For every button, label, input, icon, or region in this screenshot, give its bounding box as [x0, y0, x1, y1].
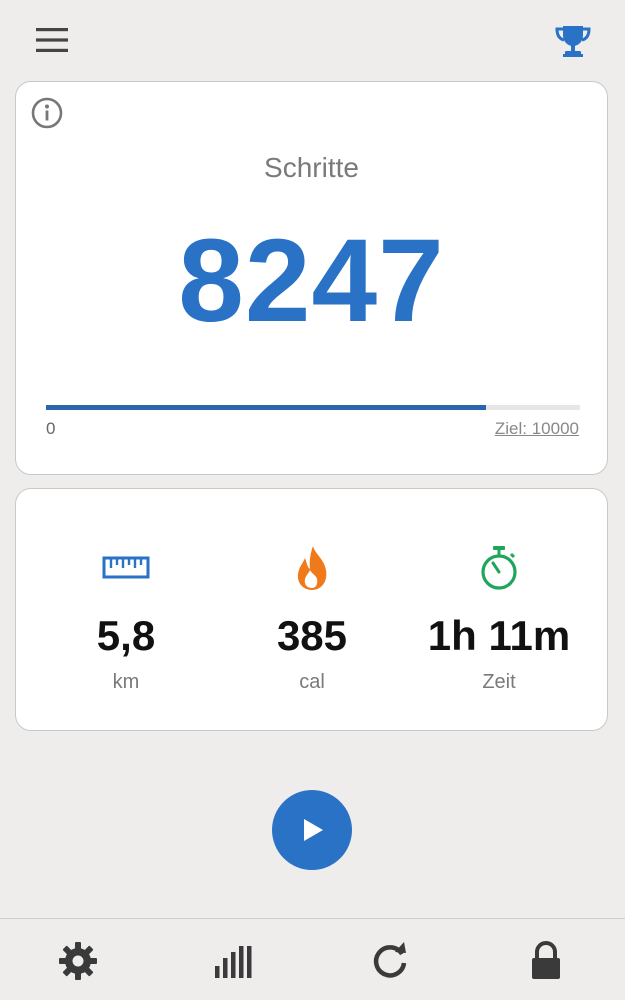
distance-value: 5,8: [96, 612, 156, 659]
nav-settings[interactable]: [56, 939, 100, 983]
refresh-icon: [373, 942, 407, 978]
steps-count: 8247: [178, 215, 445, 347]
distance-stat: 5,8 km: [26, 543, 226, 694]
bottom-navigation: [0, 918, 625, 1000]
menu-button[interactable]: [34, 24, 70, 56]
step-goal-link[interactable]: Ziel: 10000: [495, 419, 579, 439]
calories-value: 385: [276, 612, 348, 659]
ruler-icon: [102, 556, 150, 579]
top-bar: [0, 0, 625, 80]
achievements-button[interactable]: [552, 20, 594, 62]
steps-card: Schritte 8247 0 Ziel: 10000: [15, 81, 608, 475]
steps-progress-bar: [46, 405, 580, 410]
flame-icon: [297, 546, 327, 590]
start-tracking-button[interactable]: [272, 790, 352, 870]
calories-unit: cal: [299, 671, 325, 693]
calories-stat: 385 cal: [212, 543, 412, 694]
nav-lock[interactable]: [524, 939, 568, 983]
trophy-icon: [555, 26, 591, 57]
time-unit: Zeit: [482, 671, 516, 693]
time-value: 1h 11m: [427, 612, 571, 659]
nav-statistics[interactable]: [212, 939, 256, 983]
lock-icon: [532, 941, 560, 979]
steps-progress-fill: [46, 405, 487, 410]
activity-stats-card: 5,8 km 385 cal 1h 11m Zeit: [15, 488, 608, 731]
steps-label: Schritte: [264, 152, 359, 183]
play-icon: [304, 819, 323, 841]
hamburger-menu-icon: [36, 28, 68, 52]
progress-min-label: 0: [46, 419, 56, 438]
gear-icon: [59, 942, 97, 980]
distance-unit: km: [112, 671, 140, 693]
info-button[interactable]: [30, 96, 64, 130]
info-icon: [31, 97, 63, 129]
time-stat: 1h 11m Zeit: [399, 543, 599, 694]
stopwatch-icon: [481, 546, 517, 590]
nav-reset[interactable]: [368, 939, 412, 983]
bar-chart-icon: [215, 946, 252, 978]
